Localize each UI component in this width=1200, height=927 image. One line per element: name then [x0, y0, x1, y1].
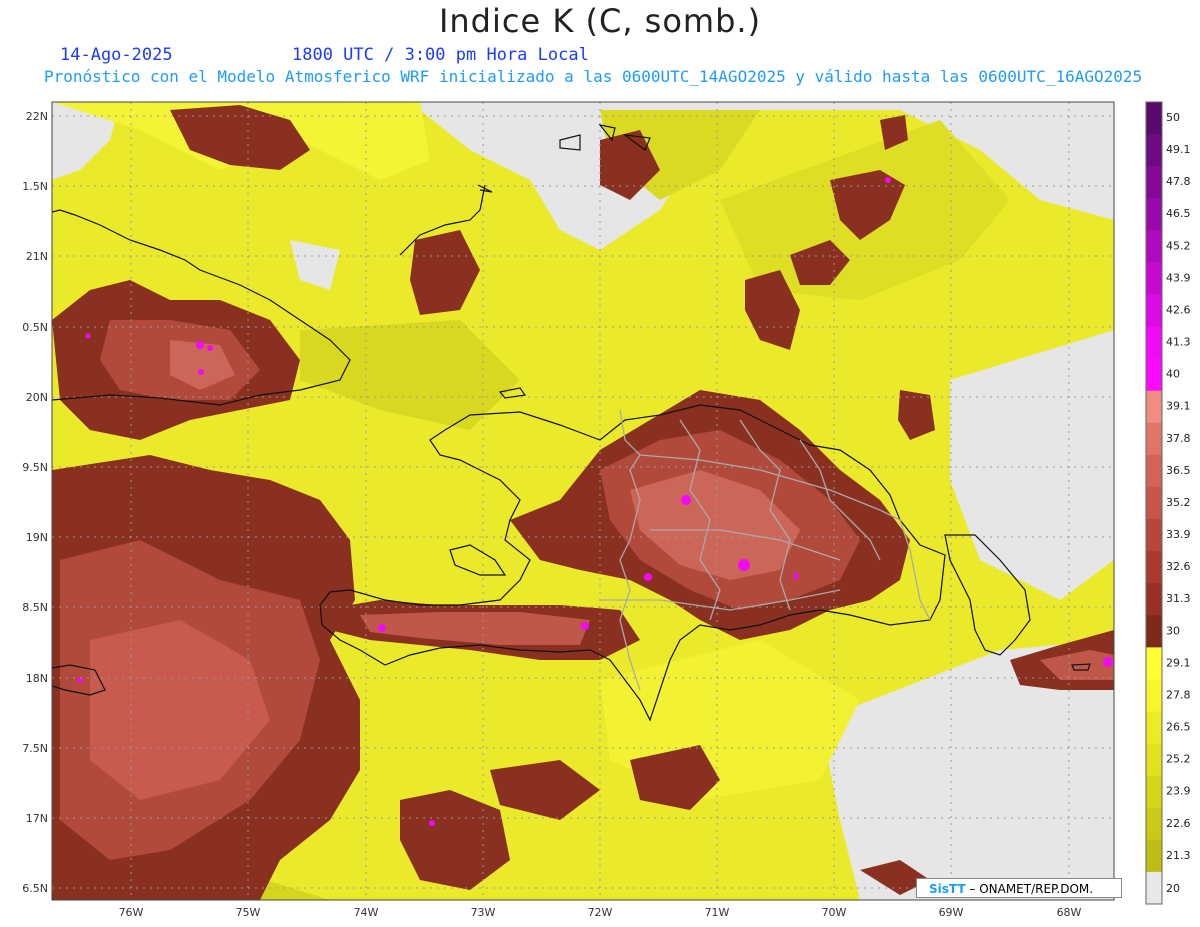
colorbar-swatch [1146, 615, 1162, 648]
colorbar-label: 35.2 [1166, 496, 1191, 509]
lat-label: 1.5N [22, 180, 48, 193]
colorbar-label: 23.9 [1166, 785, 1191, 798]
k-index-map: 22N 1.5N 21N 0.5N 20N 9.5N 19N 8.5N 18N … [22, 101, 1191, 919]
colorbar-label: 31.3 [1166, 592, 1191, 605]
lon-label: 73W [471, 906, 496, 919]
colorbar-label: 39.1 [1166, 400, 1191, 413]
colorbar-swatch [1146, 326, 1162, 360]
colorbar-swatch [1146, 294, 1162, 328]
colorbar-label: 49.1 [1166, 143, 1191, 156]
colorbar-label: 25.2 [1166, 753, 1191, 766]
lat-label: 8.5N [22, 601, 48, 614]
latitude-labels: 22N 1.5N 21N 0.5N 20N 9.5N 19N 8.5N 18N … [22, 110, 48, 895]
colorbar-label: 36.5 [1166, 464, 1191, 477]
colorbar-swatch [1146, 551, 1162, 584]
colorbar-label: 27.8 [1166, 688, 1191, 701]
lat-label: 17N [26, 812, 48, 825]
colorbar-swatch [1146, 711, 1162, 745]
colorbar-label: 45.2 [1166, 239, 1191, 252]
lat-label: 6.5N [22, 882, 48, 895]
lat-label: 20N [26, 391, 48, 404]
lat-label: 19N [26, 531, 48, 544]
colorbar-label: 42.6 [1166, 303, 1191, 316]
longitude-labels: 76W 75W 74W 73W 72W 71W 70W 69W 68W [119, 906, 1082, 919]
colorbar-label: 43.9 [1166, 271, 1191, 284]
colorbar-swatch [1146, 390, 1162, 424]
lat-label: 7.5N [22, 742, 48, 755]
lat-label: 0.5N [22, 321, 48, 334]
lon-label: 75W [236, 906, 261, 919]
colorbar-label: 47.8 [1166, 175, 1191, 188]
colorbar-label: 41.3 [1166, 336, 1191, 349]
colorbar-swatch [1146, 486, 1162, 520]
colorbar-label: 33.9 [1166, 528, 1191, 541]
colorbar-label: 20 [1166, 882, 1180, 895]
lon-label: 70W [822, 906, 847, 919]
lat-label: 22N [26, 110, 48, 123]
colorbar-swatch [1146, 102, 1162, 135]
colorbar: 50 49.1 47.8 46.5 45.2 43.9 42.6 41.3 40 39.1 37.8… [1145, 101, 1191, 905]
lon-label: 76W [119, 906, 144, 919]
colorbar-swatch [1146, 519, 1162, 552]
lon-label: 74W [354, 906, 379, 919]
colorbar-swatch [1146, 358, 1162, 392]
lat-label: 18N [26, 672, 48, 685]
colorbar-label: 29.1 [1166, 656, 1191, 669]
colorbar-swatch [1146, 230, 1162, 263]
colorbar-swatch [1146, 583, 1162, 616]
colorbar-swatch [1146, 775, 1162, 809]
lon-label: 69W [939, 906, 964, 919]
colorbar-swatch [1146, 679, 1162, 713]
lat-label: 21N [26, 250, 48, 263]
colorbar-swatch [1146, 422, 1162, 456]
colorbar-swatch [1146, 454, 1162, 488]
map-field [52, 102, 1114, 900]
colorbar-swatch [1146, 839, 1162, 873]
lon-label: 68W [1057, 906, 1082, 919]
colorbar-swatch [1146, 871, 1162, 905]
colorbar-swatch [1146, 166, 1162, 199]
lon-label: 72W [588, 906, 613, 919]
colorbar-label: 46.5 [1166, 207, 1191, 220]
credit-text: – ONAMET/REP.DOM. [969, 882, 1094, 896]
colorbar-swatch [1146, 807, 1162, 841]
colorbar-label: 30 [1166, 624, 1180, 637]
lon-label: 71W [705, 906, 730, 919]
colorbar-label: 26.5 [1166, 721, 1191, 734]
colorbar-label: 50 [1166, 111, 1180, 124]
colorbar-label: 40 [1166, 368, 1180, 381]
colorbar-swatch [1146, 198, 1162, 231]
sistt-logo: SisTT [929, 882, 966, 896]
colorbar-label: 21.3 [1166, 849, 1191, 862]
credit-box: SisTT – ONAMET/REP.DOM. [916, 878, 1122, 898]
colorbar-swatch [1146, 647, 1162, 680]
colorbar-swatch [1146, 134, 1162, 167]
colorbar-label: 37.8 [1166, 432, 1191, 445]
colorbar-label: 22.6 [1166, 817, 1191, 830]
colorbar-label: 32.6 [1166, 560, 1191, 573]
colorbar-swatch [1146, 262, 1162, 295]
colorbar-swatch [1146, 743, 1162, 777]
lat-label: 9.5N [22, 461, 48, 474]
